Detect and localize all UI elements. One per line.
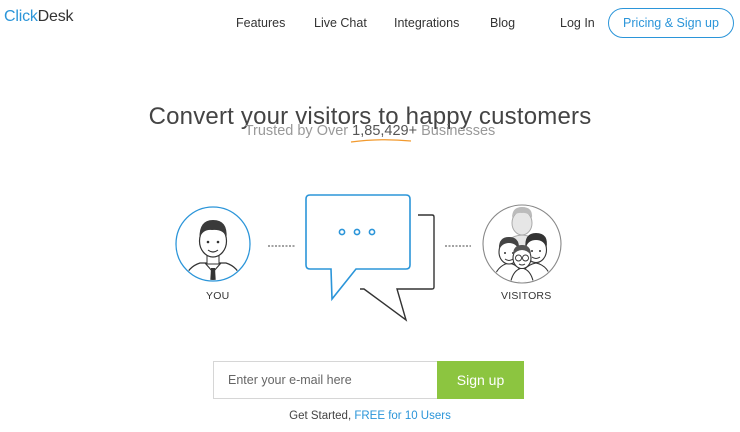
get-started-note: Get Started, FREE for 10 Users [0,410,740,422]
login-link[interactable]: Log In [560,16,595,30]
business-count: 1,85,429+ [351,123,417,143]
nav-blog-link[interactable]: Blog [490,16,515,30]
signup-form: Sign up [213,361,524,399]
trusted-suffix: Businesses [417,123,496,139]
clickdesk-logo[interactable]: ClickDesk [4,8,74,26]
email-input[interactable] [213,361,437,399]
hero-illustration: YOU VISITORS [0,180,740,330]
nav-features-link[interactable]: Features [236,16,285,30]
visitors-label: VISITORS [501,290,552,302]
nav-live-chat-link[interactable]: Live Chat [314,16,367,30]
pricing-signup-button[interactable]: Pricing & Sign up [608,8,734,38]
trusted-prefix: Trusted by Over [244,123,353,139]
free-users-link[interactable]: FREE for 10 Users [354,410,451,422]
signup-button[interactable]: Sign up [437,361,524,399]
count-underline-decoration [351,139,412,143]
get-started-prefix: Get Started, [289,410,355,422]
visitors-group-icon [482,204,562,284]
top-navigation: ClickDesk Features Live Chat Integration… [0,0,740,50]
nav-integrations-link[interactable]: Integrations [394,16,459,30]
chat-bubble-icon [305,194,435,322]
agent-avatar-icon [175,206,251,282]
you-label: YOU [206,290,230,302]
trusted-by-text: Trusted by Over 1,85,429+ Businesses [0,123,740,143]
